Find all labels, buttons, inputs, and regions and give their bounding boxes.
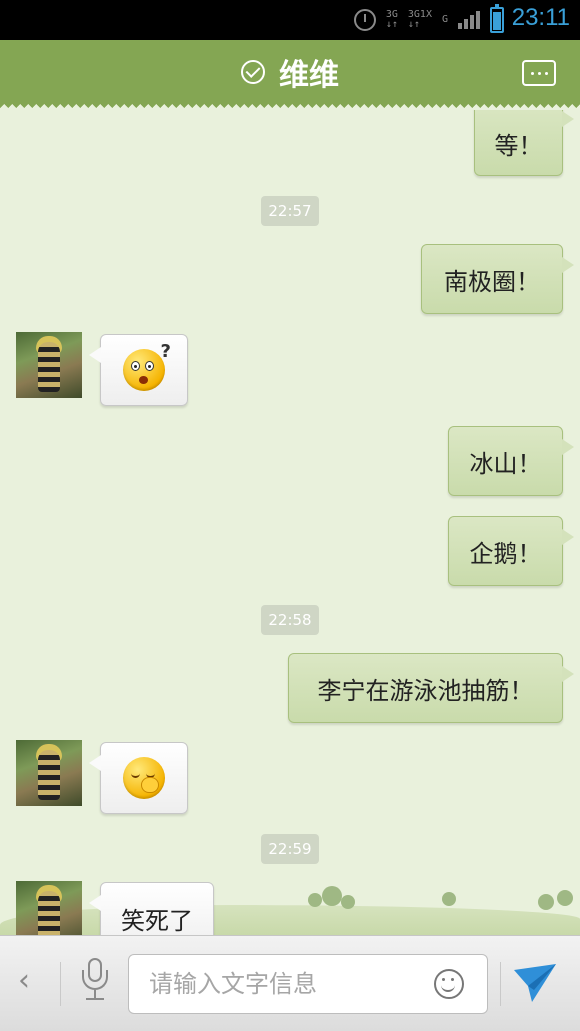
scenery-tree xyxy=(557,890,573,906)
scenery-ground xyxy=(0,905,580,935)
outgoing-message[interactable]: 企鹅！ xyxy=(448,516,574,586)
battery-icon xyxy=(490,4,504,33)
input-bar: ‹ xyxy=(0,935,580,1031)
network-type-2: 3G1X ↓↑ xyxy=(407,9,432,30)
microphone-icon[interactable] xyxy=(80,958,110,1008)
timestamp: 22:58 xyxy=(261,605,319,635)
scenery-tree xyxy=(322,886,342,906)
back-chevron-icon[interactable]: ‹ xyxy=(18,966,30,996)
network-type-1: 3G ↓↑ xyxy=(385,9,398,30)
incoming-message[interactable]: 笑死了 xyxy=(89,882,214,935)
outgoing-message[interactable]: 冰山！ xyxy=(448,426,574,496)
outgoing-message[interactable]: 李宁在游泳池抽筋！ xyxy=(288,653,574,723)
chat-header: 维维 xyxy=(0,40,580,110)
alarm-icon xyxy=(353,9,376,31)
outgoing-message[interactable]: 等！ xyxy=(474,110,574,176)
giggle-face-emoji xyxy=(123,757,165,799)
divider xyxy=(60,962,61,1006)
message-text: 等！ xyxy=(494,131,543,160)
divider xyxy=(500,962,501,1006)
network-type-3: G xyxy=(441,14,448,25)
send-icon[interactable] xyxy=(512,960,558,1006)
message-text: 南极圈！ xyxy=(444,267,540,296)
scenery-tree xyxy=(442,892,456,906)
scenery-tree xyxy=(308,893,322,907)
message-list[interactable]: 等！ 22:57 南极圈！ ? 冰山！ 企鹅！ 22:58 李宁在游泳池抽筋！ xyxy=(0,110,580,935)
scenery-tree xyxy=(341,895,355,909)
incoming-message[interactable] xyxy=(89,742,188,814)
message-text: 笑死了 xyxy=(121,906,193,935)
status-icons: 3G ↓↑ 3G1X ↓↑ G xyxy=(353,6,480,34)
contact-name: 维维 xyxy=(279,58,339,93)
smiley-icon[interactable] xyxy=(434,969,464,999)
contact-avatar[interactable] xyxy=(16,740,82,806)
confused-face-emoji: ? xyxy=(123,341,171,391)
more-menu-button[interactable] xyxy=(522,60,556,86)
message-text: 企鹅！ xyxy=(469,539,542,568)
message-text: 冰山！ xyxy=(469,449,542,478)
check-circle-icon xyxy=(241,60,265,84)
contact-avatar[interactable] xyxy=(16,881,82,935)
timestamp: 22:57 xyxy=(261,196,319,226)
status-bar: 3G ↓↑ 3G1X ↓↑ G 23:11 xyxy=(0,0,580,40)
message-text: 李宁在游泳池抽筋！ xyxy=(317,676,534,705)
contact-avatar[interactable] xyxy=(16,332,82,398)
incoming-message[interactable]: ? xyxy=(89,334,188,406)
signal-icon xyxy=(458,11,480,29)
status-time: 23:11 xyxy=(511,4,570,31)
outgoing-message[interactable]: 南极圈！ xyxy=(421,244,574,314)
scenery-tree xyxy=(538,894,554,910)
timestamp: 22:59 xyxy=(261,834,319,864)
